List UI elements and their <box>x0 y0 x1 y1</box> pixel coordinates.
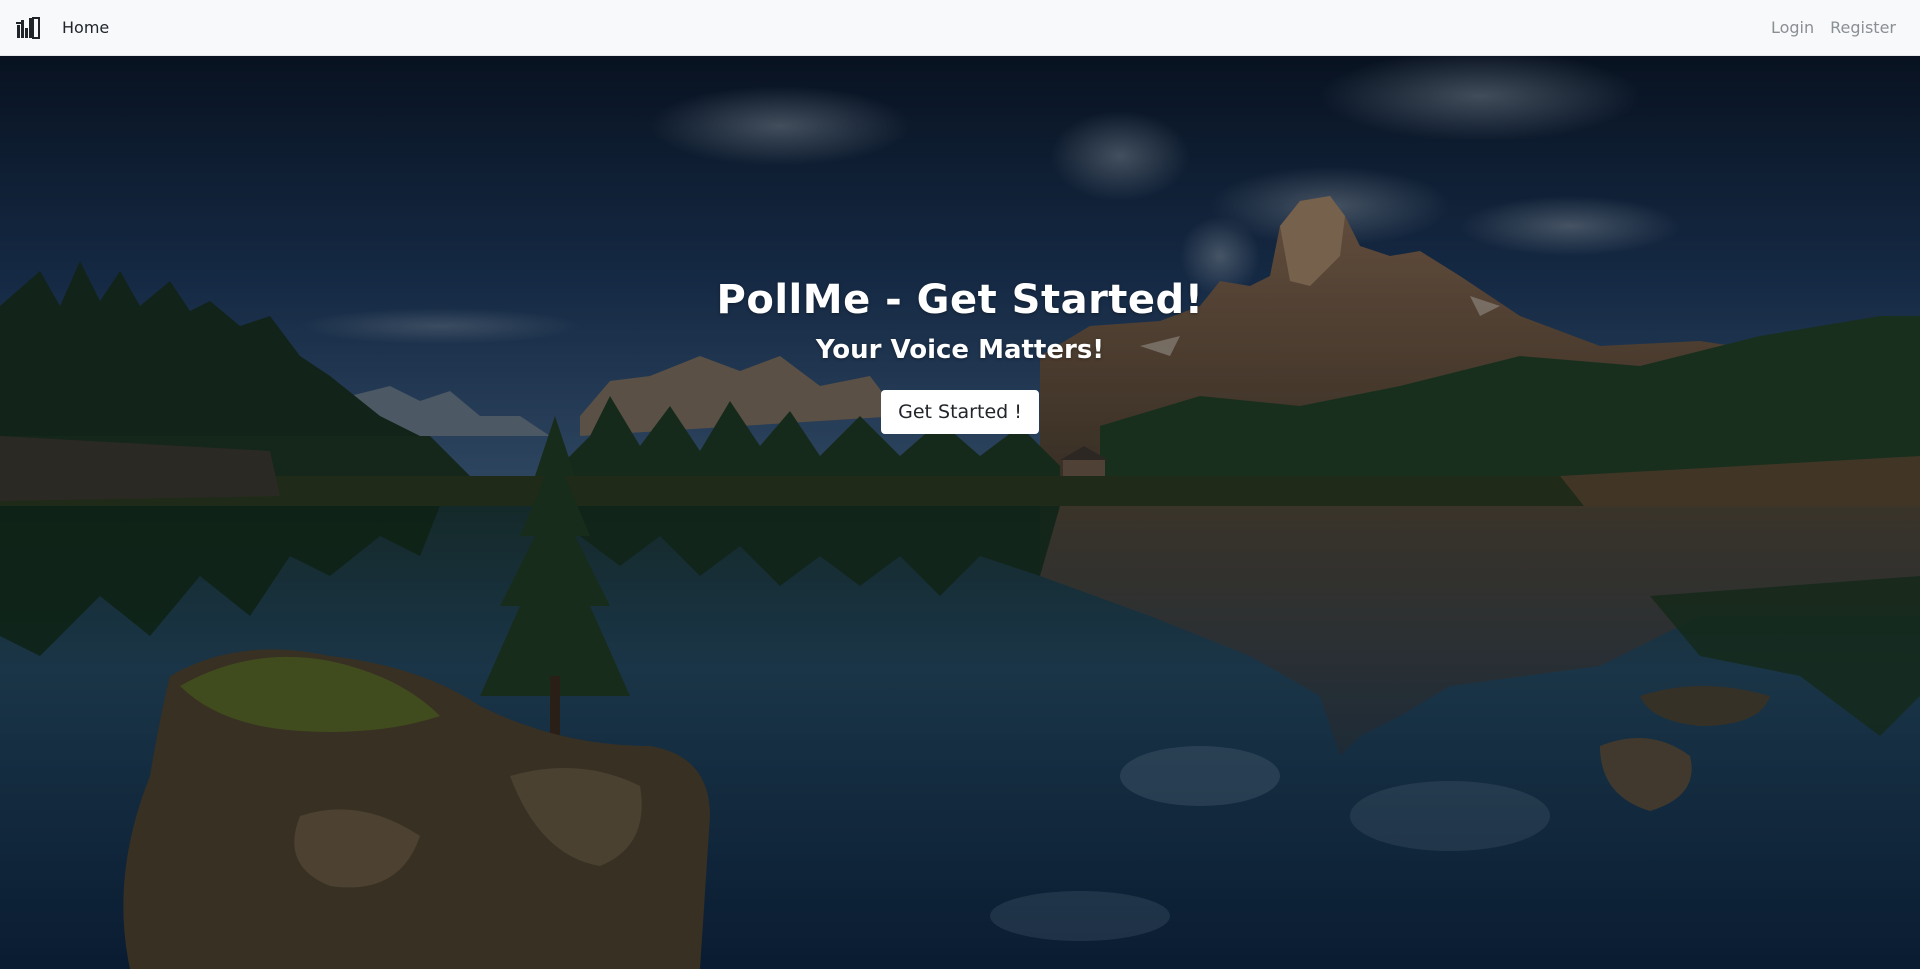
hero-content: PollMe - Get Started! Your Voice Matters… <box>0 277 1920 434</box>
get-started-button[interactable]: Get Started ! <box>881 390 1039 434</box>
brand-logo-icon[interactable] <box>16 16 40 40</box>
top-navbar: Home Login Register <box>0 0 1920 56</box>
hero-subtitle: Your Voice Matters! <box>815 335 1105 365</box>
nav-home-link[interactable]: Home <box>62 18 109 37</box>
hero-section: PollMe - Get Started! Your Voice Matters… <box>0 56 1920 969</box>
nav-register-link[interactable]: Register <box>1830 18 1896 37</box>
hero-dark-overlay <box>0 56 1920 969</box>
hero-title: PollMe - Get Started! <box>716 277 1204 323</box>
nav-auth-links: Login Register <box>1771 18 1896 37</box>
nav-login-link[interactable]: Login <box>1771 18 1814 37</box>
